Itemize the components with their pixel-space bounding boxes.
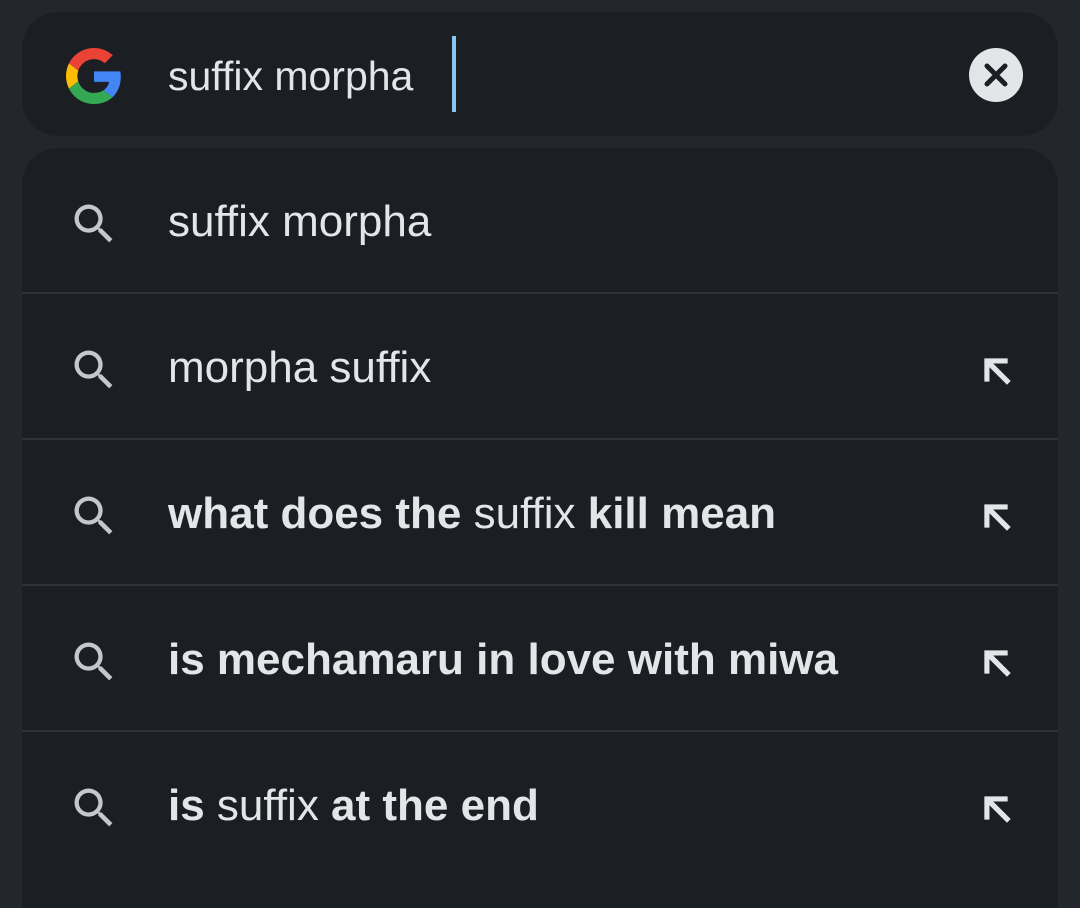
suggestion-text-part: is mechamaru in love with miwa: [168, 635, 838, 684]
fill-query-button[interactable]: [968, 634, 1024, 690]
suggestion-text-part: what does the: [168, 489, 474, 538]
suggestion-text-part: morpha suffix: [168, 343, 432, 392]
suggestion-text-part: is: [168, 781, 217, 830]
suggestion-text: is mechamaru in love with miwa: [168, 632, 838, 688]
suggestion-item[interactable]: suffix morpha: [22, 148, 1058, 292]
arrow-up-left-icon: [984, 504, 1011, 531]
search-icon: [74, 204, 113, 243]
fill-query-button[interactable]: [968, 342, 1024, 398]
suggestion-text: is suffix at the end: [168, 778, 539, 834]
search-icon: [74, 496, 113, 535]
text-caret: [452, 36, 456, 112]
clear-button[interactable]: [969, 48, 1023, 102]
suggestion-text-part: suffix: [216, 781, 319, 830]
search-bar[interactable]: suffix morpha: [22, 12, 1058, 136]
arrow-up-left-icon: [984, 796, 1011, 823]
suggestion-item[interactable]: is mechamaru in love with miwa: [22, 586, 1058, 730]
search-icon: [74, 350, 113, 389]
suggestion-text-part: suffix: [473, 489, 576, 538]
search-icon: [74, 642, 113, 681]
close-icon: [984, 63, 1008, 87]
suggestion-text: suffix morpha: [168, 194, 431, 250]
arrow-up-left-icon: [984, 358, 1011, 385]
suggestion-text-part: suffix morpha: [168, 197, 432, 246]
arrow-up-left-icon: [984, 650, 1011, 677]
suggestion-list: suffix morpha morpha suffix what does the …: [22, 148, 1058, 908]
search-input[interactable]: suffix morpha: [168, 50, 413, 102]
suggestion-text-part: at the end: [318, 781, 539, 830]
fill-query-button[interactable]: [968, 488, 1024, 544]
suggestion-item[interactable]: is suffix at the end: [22, 732, 1058, 876]
suggestion-text: morpha suffix: [168, 340, 431, 396]
suggestion-item[interactable]: morpha suffix: [22, 294, 1058, 438]
search-icon: [74, 788, 113, 827]
google-logo-icon: [66, 48, 121, 104]
suggestion-item[interactable]: what does the suffix kill mean: [22, 440, 1058, 584]
fill-query-button[interactable]: [968, 780, 1024, 836]
suggestion-text: what does the suffix kill mean: [168, 486, 776, 542]
suggestion-text-part: kill mean: [575, 489, 777, 538]
